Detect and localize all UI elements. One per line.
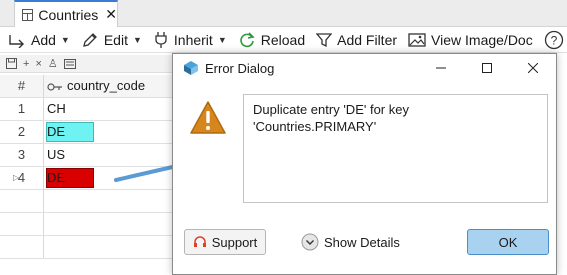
grid-toolbar: + × ♙	[0, 55, 175, 73]
dialog-titlebar[interactable]: Error Dialog	[173, 54, 556, 82]
show-details-label: Show Details	[324, 234, 400, 250]
key-icon	[47, 82, 62, 91]
row-marker-icon: ▷	[13, 173, 20, 182]
x-icon[interactable]: ×	[35, 58, 41, 70]
toolbar: Add ▼ Edit ▼ Inherit ▼ Reload Add Filter…	[0, 27, 567, 53]
tree-icon[interactable]: ♙	[48, 57, 58, 70]
add-label: Add	[31, 31, 56, 48]
maximize-button[interactable]	[464, 54, 510, 82]
table-row[interactable]: 1 CH	[0, 98, 175, 121]
inherit-label: Inherit	[173, 31, 213, 48]
rownum-header: #	[0, 75, 44, 97]
table-icon	[22, 8, 34, 21]
grid-cell[interactable]: CH	[44, 98, 175, 120]
empty-row	[0, 213, 175, 236]
row-number-empty	[0, 236, 44, 258]
support-button[interactable]: Support	[184, 229, 266, 255]
cell-value: US	[47, 147, 66, 162]
edit-label: Edit	[103, 31, 128, 48]
row-number: 3	[0, 144, 44, 166]
image-icon	[408, 32, 426, 47]
save-icon[interactable]	[6, 58, 17, 69]
help-icon: ?	[544, 30, 563, 49]
row-number: ▷ 4	[0, 167, 44, 189]
reload-label: Reload	[260, 31, 306, 48]
empty-row	[0, 236, 175, 259]
svg-text:?: ?	[550, 33, 557, 47]
minimize-icon	[436, 67, 446, 69]
grid-cell-empty	[44, 213, 175, 235]
reload-icon	[239, 31, 255, 47]
chevron-down-icon: ▼	[60, 34, 70, 45]
close-icon[interactable]: ✕	[105, 6, 117, 23]
window-controls	[418, 54, 556, 82]
ok-label: OK	[498, 234, 518, 250]
app-icon	[184, 61, 198, 75]
grid-cell-empty	[44, 190, 175, 212]
plus-icon[interactable]: +	[23, 58, 29, 70]
dialog-title: Error Dialog	[205, 60, 275, 76]
edit-button[interactable]: Edit ▼	[81, 31, 142, 49]
add-filter-label: Add Filter	[337, 31, 398, 48]
grid-header-row: # country_code	[0, 75, 175, 98]
support-label: Support	[211, 234, 258, 250]
row-number: 1	[0, 98, 44, 120]
add-arrow-icon	[9, 34, 24, 48]
view-image-label: View Image/Doc	[431, 31, 533, 48]
maximize-icon	[482, 63, 492, 73]
headset-icon	[193, 236, 206, 247]
chevron-down-circle-icon	[301, 233, 319, 251]
pencil-icon	[82, 32, 97, 47]
chevron-down-icon: ▼	[132, 34, 142, 45]
show-details-toggle[interactable]: Show Details	[301, 233, 400, 251]
ok-button[interactable]: OK	[467, 229, 549, 255]
reload-button[interactable]: Reload	[238, 31, 305, 49]
add-filter-button[interactable]: Add Filter	[316, 32, 397, 48]
table-row[interactable]: 2 DE	[0, 121, 175, 144]
row-number-empty	[0, 213, 44, 235]
empty-row	[0, 190, 175, 213]
help-button[interactable]: ?	[544, 30, 564, 50]
view-image-button[interactable]: View Image/Doc	[408, 32, 533, 48]
inherit-button[interactable]: Inherit ▼	[153, 31, 227, 49]
tab-countries[interactable]: Countries ✕	[14, 0, 118, 27]
filter-icon	[316, 32, 333, 47]
close-icon	[528, 63, 538, 73]
tab-label: Countries	[38, 6, 99, 23]
row-number: 2	[0, 121, 44, 143]
grid-cell-duplicate-existing[interactable]: DE	[44, 121, 175, 143]
cell-value: CH	[47, 101, 66, 116]
row-number-empty	[0, 190, 44, 212]
add-button[interactable]: Add ▼	[8, 32, 70, 48]
cell-value: DE	[47, 124, 66, 139]
plug-icon	[155, 31, 167, 48]
error-message: Duplicate entry 'DE' for key 'Countries.…	[243, 94, 548, 203]
grid-cell-empty	[44, 236, 175, 258]
error-dialog: Error Dialog Duplicate entry 'DE' for ke…	[172, 53, 557, 275]
tab-bar: Countries ✕	[0, 0, 567, 27]
form-view-icon[interactable]	[63, 58, 76, 69]
cell-value: DE	[47, 170, 66, 185]
warning-icon	[190, 101, 226, 134]
column-header-label: country_code	[67, 78, 146, 93]
column-header-country-code[interactable]: country_code	[44, 75, 175, 97]
close-button[interactable]	[510, 54, 556, 82]
chevron-down-icon: ▼	[217, 34, 227, 45]
minimize-button[interactable]	[418, 54, 464, 82]
